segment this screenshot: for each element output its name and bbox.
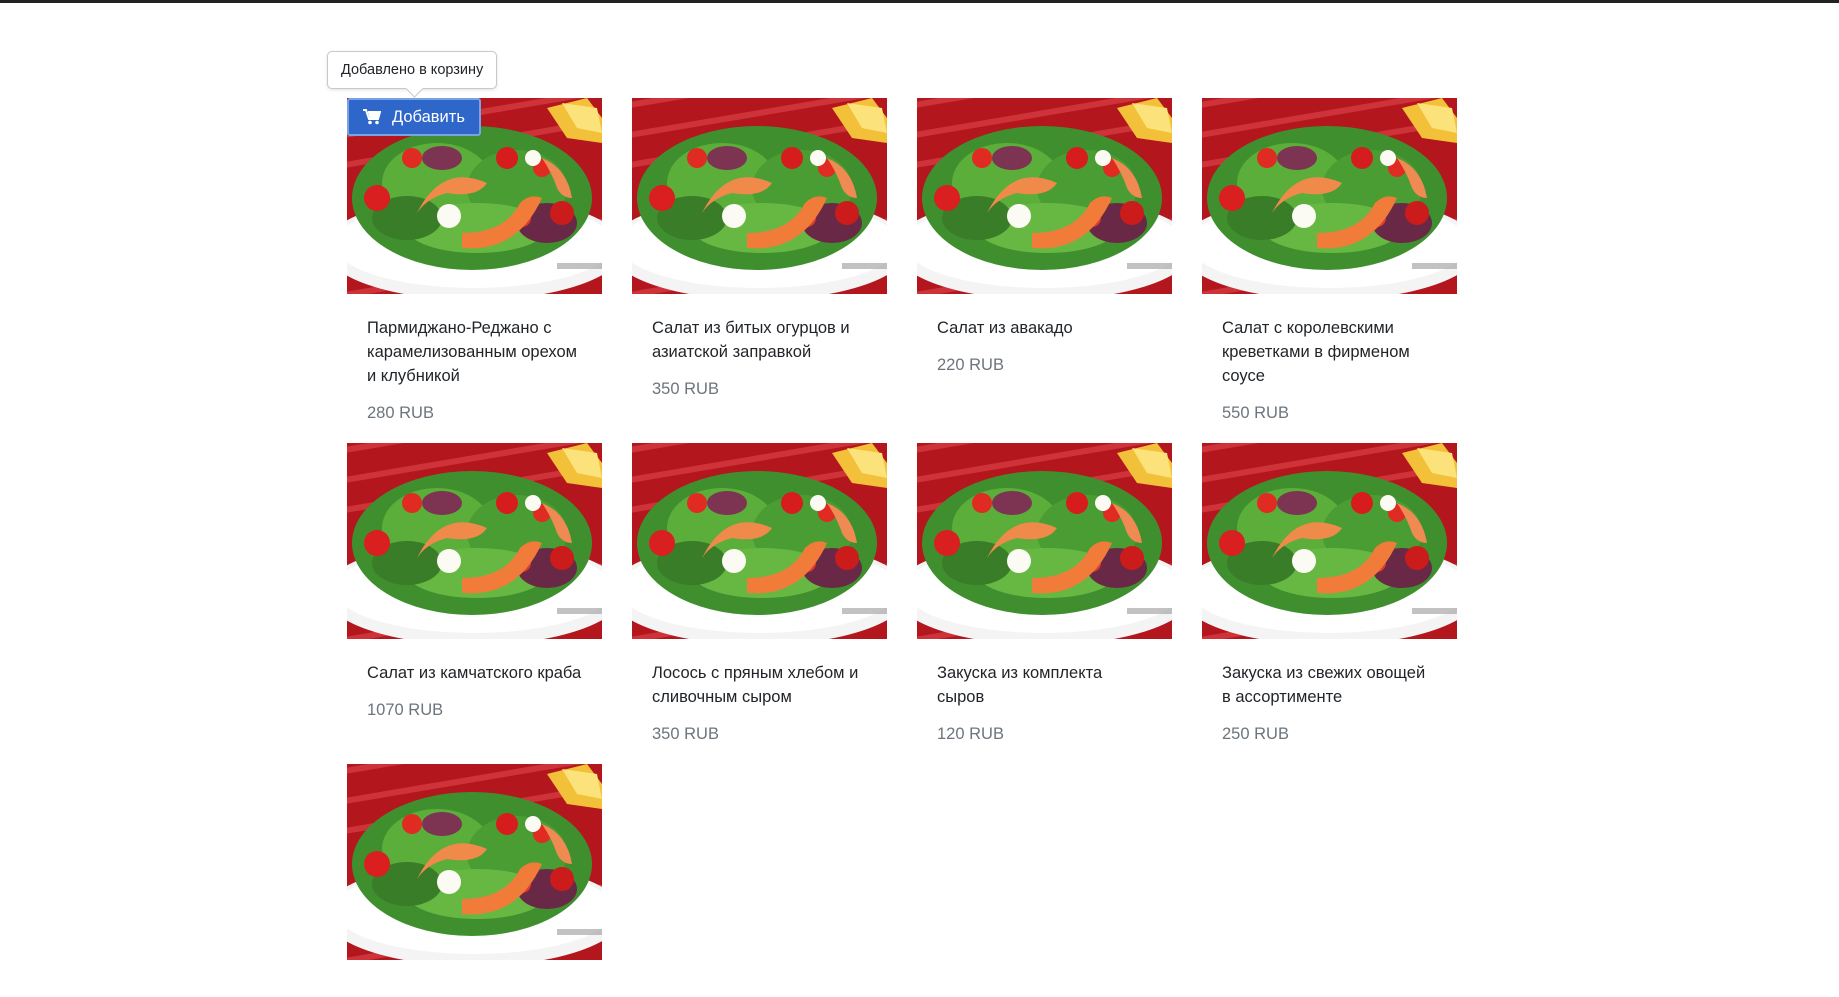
product-image[interactable] bbox=[917, 98, 1172, 294]
product-title: Салат из камчатского краба bbox=[367, 664, 582, 682]
card-body: Лосось с пряным хлебом и сливочным сыром… bbox=[632, 639, 887, 744]
product-card[interactable]: Закуска из свежих овощей в ассортименте … bbox=[1202, 443, 1457, 744]
card-body: Салат из авакадо 220 RUB bbox=[917, 294, 1172, 375]
product-card[interactable]: Салат с королевскими креветками в фирмен… bbox=[1202, 98, 1457, 423]
product-image[interactable] bbox=[1202, 443, 1457, 639]
top-border bbox=[0, 0, 1839, 3]
product-price: 350 RUB bbox=[652, 725, 719, 743]
product-image[interactable] bbox=[347, 443, 602, 639]
product-card[interactable]: Салат из авакадо 220 RUB bbox=[917, 98, 1172, 423]
product-image[interactable] bbox=[917, 443, 1172, 639]
product-image[interactable] bbox=[1202, 98, 1457, 294]
product-card[interactable] bbox=[347, 764, 602, 997]
product-card[interactable]: Салат из камчатского краба 1070 RUB bbox=[347, 443, 602, 744]
product-price: 1070 RUB bbox=[367, 701, 444, 719]
card-body: Закуска из комплекта сыров 120 RUB bbox=[917, 639, 1172, 744]
add-to-cart-button[interactable]: Добавить bbox=[347, 98, 481, 136]
product-price: 350 RUB bbox=[652, 380, 719, 398]
card-body: Закуска из свежих овощей в ассортименте … bbox=[1202, 639, 1457, 744]
product-card[interactable]: Салат из битых огурцов и азиатской запра… bbox=[632, 98, 887, 423]
product-card[interactable]: Пармиджано-Реджано с карамелизованным ор… bbox=[327, 51, 602, 423]
add-button-label: Добавить bbox=[392, 107, 465, 126]
product-title: Салат из битых огурцов и азиатской запра… bbox=[652, 319, 850, 361]
product-title: Закуска из комплекта сыров bbox=[937, 664, 1103, 706]
product-price: 550 RUB bbox=[1222, 404, 1289, 422]
added-to-cart-tooltip: Добавлено в корзину bbox=[327, 51, 498, 89]
product-price: 120 RUB bbox=[937, 725, 1004, 743]
shopping-cart-icon bbox=[363, 109, 381, 125]
product-title: Салат из авакадо bbox=[937, 319, 1073, 337]
product-image[interactable] bbox=[632, 443, 887, 639]
product-title: Салат с королевскими креветками в фирмен… bbox=[1222, 319, 1410, 385]
product-card[interactable]: Закуска из комплекта сыров 120 RUB bbox=[917, 443, 1172, 744]
product-price: 250 RUB bbox=[1222, 725, 1289, 743]
product-card[interactable]: Лосось с пряным хлебом и сливочным сыром… bbox=[632, 443, 887, 744]
product-title: Закуска из свежих овощей в ассортименте bbox=[1222, 664, 1426, 706]
card-body: Пармиджано-Реджано с карамелизованным ор… bbox=[347, 294, 602, 423]
product-price: 220 RUB bbox=[937, 356, 1004, 374]
card-body: Салат с королевскими креветками в фирмен… bbox=[1202, 294, 1457, 423]
product-grid: Пармиджано-Реджано с карамелизованным ор… bbox=[327, 51, 1457, 997]
product-title: Лосось с пряным хлебом и сливочным сыром bbox=[652, 664, 859, 706]
card-body: Салат из битых огурцов и азиатской запра… bbox=[632, 294, 887, 399]
product-image[interactable] bbox=[347, 764, 602, 960]
card-body bbox=[347, 960, 602, 982]
product-title: Пармиджано-Реджано с карамелизованным ор… bbox=[367, 319, 578, 385]
card-body: Салат из камчатского краба 1070 RUB bbox=[347, 639, 602, 720]
product-price: 280 RUB bbox=[367, 404, 434, 422]
product-image[interactable] bbox=[632, 98, 887, 294]
